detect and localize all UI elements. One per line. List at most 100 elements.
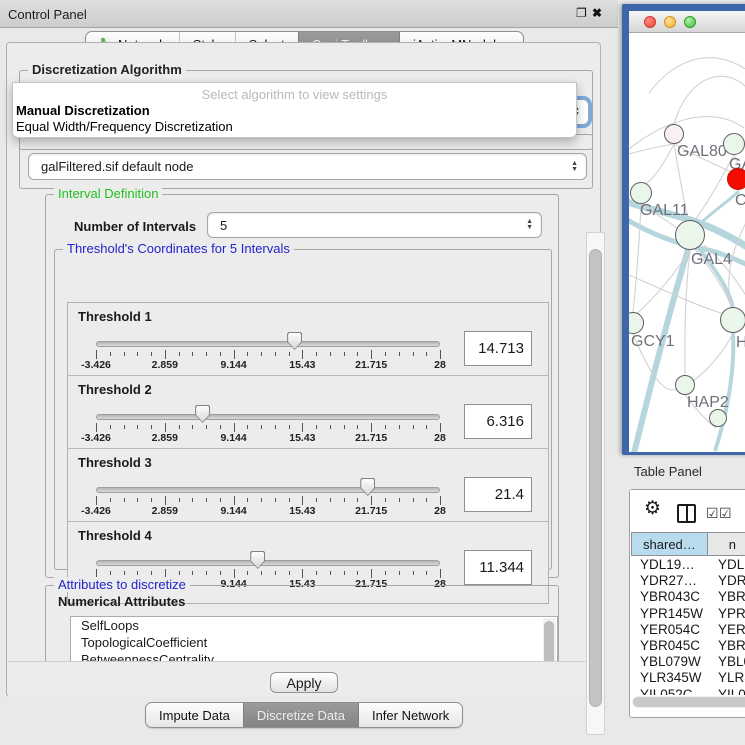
slider-track[interactable] <box>96 560 440 566</box>
column-layout-icon[interactable] <box>677 504 696 523</box>
numerical-attributes-heading: Numerical Attributes <box>58 594 185 609</box>
table-horizontal-scrollbar[interactable] <box>632 696 745 708</box>
menu-item-manual-discretization[interactable]: Manual Discretization <box>15 103 572 118</box>
list-item[interactable]: TopologicalCoefficient <box>71 634 557 651</box>
table-cell-shared-name[interactable]: YER054C <box>631 622 710 638</box>
menu-item-equal-width-frequency[interactable]: Equal Width/Frequency Discretization <box>15 119 572 134</box>
slider-track[interactable] <box>96 414 440 420</box>
checkbox-icon[interactable]: ☑ <box>719 505 732 522</box>
threshold-value-field[interactable]: 14.713 <box>464 331 532 366</box>
slider-thumb[interactable] <box>360 478 375 496</box>
table-row[interactable]: YBL079WYBL0 <box>631 654 745 670</box>
number-of-intervals-label: Number of Intervals <box>74 219 196 234</box>
threshold-row: Threshold 3-3.4262.8599.14415.4321.71528… <box>68 449 548 522</box>
table-cell-shared-name[interactable]: YIL052C <box>631 687 710 696</box>
apply-button[interactable]: Apply <box>270 672 338 693</box>
tab-infer-network[interactable]: Infer Network <box>358 703 462 727</box>
number-of-intervals-combobox[interactable]: 5 ▲▼ <box>207 212 542 238</box>
network-node[interactable] <box>727 168 745 190</box>
network-node[interactable] <box>709 409 727 427</box>
table-row[interactable]: YDL19…YDL1 <box>631 557 745 573</box>
tick-label: 2.859 <box>152 505 178 517</box>
table-cell-name[interactable]: YDR2 <box>710 573 745 589</box>
close-traffic-light-icon[interactable] <box>644 16 656 28</box>
close-icon[interactable]: ✖ <box>592 6 602 20</box>
table-cell-shared-name[interactable]: YBR043C <box>631 589 710 605</box>
table-row[interactable]: YIL052CYIL0 <box>631 687 745 696</box>
threshold-value-field[interactable]: 11.344 <box>464 550 532 585</box>
table-cell-shared-name[interactable]: YDR27… <box>631 573 710 589</box>
slider-thumb[interactable] <box>250 551 265 569</box>
checkbox-icon[interactable]: ☑ <box>706 505 719 522</box>
tick-label: 9.144 <box>220 505 246 517</box>
table-toolbar: ⚙ ☑ ☑ <box>630 490 745 530</box>
slider-track[interactable] <box>96 341 440 347</box>
table-cell-name[interactable]: YER0 <box>710 622 745 638</box>
slider-thumb[interactable] <box>287 332 302 350</box>
table-row[interactable]: YDR27…YDR2 <box>631 573 745 589</box>
tab-impute-data[interactable]: Impute Data <box>146 703 243 727</box>
threshold-label: Threshold 2 <box>78 382 152 397</box>
table-cell-shared-name[interactable]: YLR345W <box>631 670 710 686</box>
control-panel-titlebar: Control Panel ❐ ✖ <box>0 0 618 28</box>
threshold-row: Threshold 2-3.4262.8599.14415.4321.71528… <box>68 376 548 449</box>
tab-discretize-data[interactable]: Discretize Data <box>243 703 358 727</box>
network-canvas[interactable]: GAL80GACGAL11GAL4GCY1HHAP2 <box>629 33 745 452</box>
tick-label: 9.144 <box>220 432 246 444</box>
table-row[interactable]: YER054CYER0 <box>631 622 745 638</box>
tick-label: 21.715 <box>355 359 387 371</box>
threshold-value-field[interactable]: 6.316 <box>464 404 532 439</box>
table-cell-shared-name[interactable]: YDL19… <box>631 557 710 573</box>
table-header-row: shared… n <box>631 532 745 556</box>
table-cell-name[interactable]: YBR0 <box>710 638 745 654</box>
column-header-shared-name[interactable]: shared… <box>631 532 708 556</box>
table-cell-shared-name[interactable]: YBR045C <box>631 638 710 654</box>
float-window-icon[interactable]: ❐ <box>576 6 587 20</box>
network-node[interactable] <box>630 182 652 204</box>
tick-label: -3.426 <box>81 359 111 371</box>
network-node[interactable] <box>723 133 745 155</box>
network-node[interactable] <box>675 375 695 395</box>
scrollbar-thumb[interactable] <box>589 249 602 707</box>
table-panel-title: Table Panel <box>634 464 702 479</box>
tick-label: 21.715 <box>355 432 387 444</box>
table-cell-name[interactable]: YDL1 <box>710 557 745 573</box>
table-cell-name[interactable]: YPR1 <box>710 606 745 622</box>
threshold-value-field[interactable]: 21.4 <box>464 477 532 512</box>
tick-label: 21.715 <box>355 505 387 517</box>
table-cell-name[interactable]: YBL0 <box>710 654 745 670</box>
table-cell-name[interactable]: YIL0 <box>710 687 745 696</box>
scrollbar-thumb[interactable] <box>633 697 745 707</box>
node-label: GAL80 <box>677 143 727 161</box>
table-cell-name[interactable]: YBR0 <box>710 589 745 605</box>
tab-label: Impute Data <box>159 708 230 723</box>
network-view-window[interactable]: GAL80GACGAL11GAL4GCY1HHAP2 <box>622 4 745 455</box>
tab-label: Discretize Data <box>257 708 345 723</box>
network-node[interactable] <box>720 307 745 333</box>
gear-icon[interactable]: ⚙ <box>644 497 661 520</box>
list-item[interactable]: SelfLoops <box>71 617 557 634</box>
slider-track[interactable] <box>96 487 440 493</box>
tick-label: 15.43 <box>289 432 315 444</box>
table-row[interactable]: YLR345WYLR3 <box>631 670 745 686</box>
table-cell-name[interactable]: YLR3 <box>710 670 745 686</box>
tick-label: 28 <box>434 505 446 517</box>
network-node[interactable] <box>675 220 705 250</box>
slider-thumb[interactable] <box>195 405 210 423</box>
zoom-traffic-light-icon[interactable] <box>684 16 696 28</box>
panel-scrollbar[interactable] <box>586 232 605 735</box>
threshold-label: Threshold 4 <box>78 528 152 543</box>
table-row[interactable]: YPR145WYPR1 <box>631 606 745 622</box>
network-node[interactable] <box>664 124 684 144</box>
table-row[interactable]: YBR043CYBR0 <box>631 589 745 605</box>
table-cell-shared-name[interactable]: YBL079W <box>631 654 710 670</box>
table-row[interactable]: YBR045CYBR0 <box>631 638 745 654</box>
minimize-traffic-light-icon[interactable] <box>664 16 676 28</box>
scrollbar-thumb[interactable] <box>544 621 554 665</box>
tick-label: 15.43 <box>289 505 315 517</box>
group-title: Discretization Algorithm <box>28 62 186 77</box>
table-cell-shared-name[interactable]: YPR145W <box>631 606 710 622</box>
table-panel: ⚙ ☑ ☑ shared… n YDL19…YDL1YDR27…YDR2YBR0… <box>629 489 745 718</box>
column-header-name[interactable]: n <box>708 532 745 556</box>
table-data-combobox[interactable]: galFiltered.sif default node ▲▼ <box>28 153 587 180</box>
